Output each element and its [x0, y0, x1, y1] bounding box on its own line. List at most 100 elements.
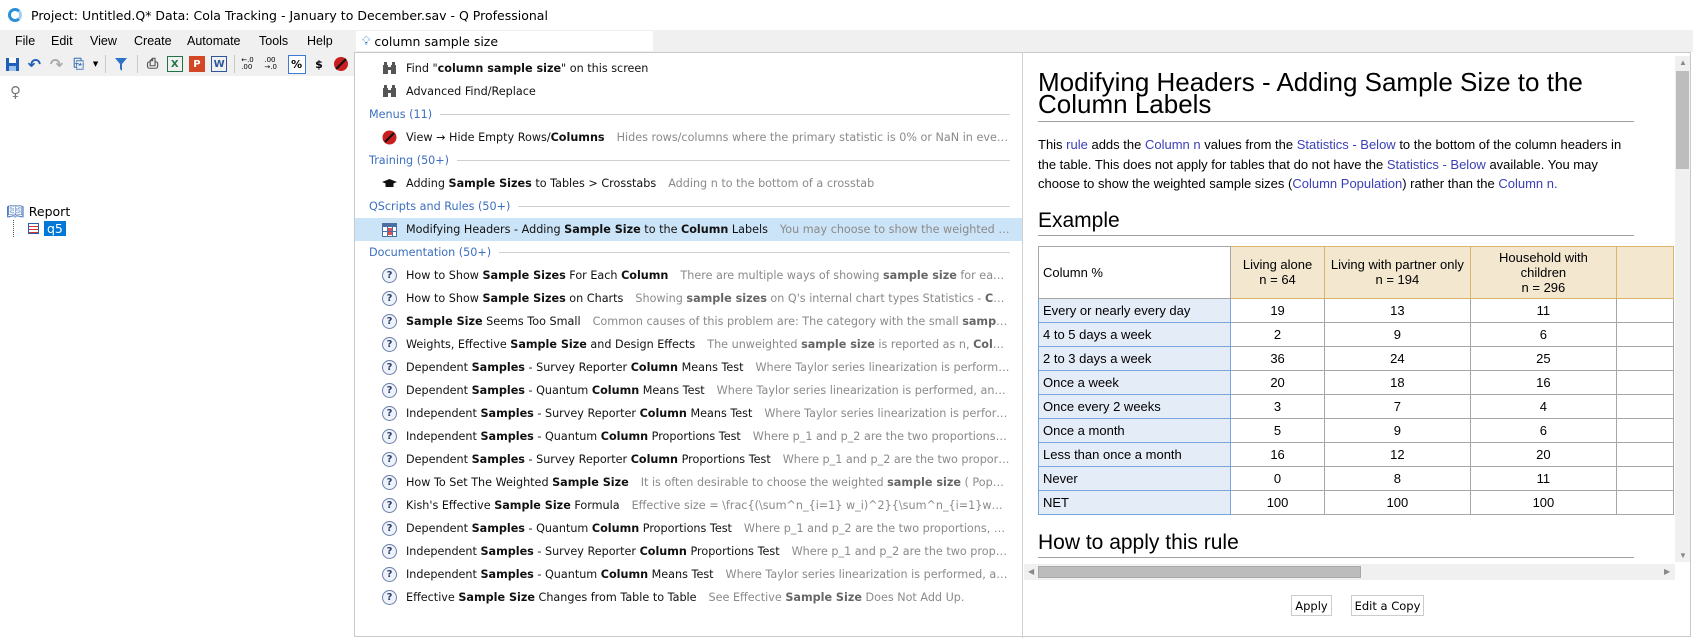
result-item[interactable]: Adding Sample Sizes to Tables > Crosstab… [355, 172, 1022, 195]
text-segment: Labels [728, 223, 768, 236]
text-segment: Independent [406, 407, 481, 420]
link[interactable]: rule [1066, 137, 1088, 152]
increase-decimals-icon[interactable]: .00 →.0 [264, 55, 283, 74]
word-icon[interactable]: W [210, 55, 228, 74]
help-icon-glyph: ? [382, 521, 397, 536]
result-item[interactable]: ? Kish's Effective Sample Size Formula Eff… [355, 494, 1022, 517]
text-segment: on Charts [565, 292, 624, 305]
result-description: Common causes of this problem are: The c… [593, 315, 1022, 328]
result-item[interactable]: ? Independent Samples - Survey Reporter C… [355, 402, 1022, 425]
table-cell: 20 [1469, 441, 1618, 467]
result-item[interactable]: ? Sample Size Seems Too Small Common cause… [355, 310, 1022, 333]
text-segment: This [1038, 137, 1067, 152]
apply-button[interactable]: Apply [1291, 595, 1332, 616]
scroll-left-icon[interactable]: ◀ [1028, 567, 1034, 576]
vertical-scroll-thumb[interactable] [1676, 71, 1689, 169]
redo-icon[interactable]: ↷ [47, 55, 65, 74]
text-segment: Dependent [406, 522, 472, 535]
dropdown-arrow-icon[interactable]: ▼ [92, 55, 100, 74]
result-item[interactable]: ? Dependent Samples - Quantum Column Prop… [355, 517, 1022, 540]
undo-icon[interactable]: ↶ [25, 55, 43, 74]
menu-tools[interactable]: Tools [259, 34, 288, 48]
filter-icon[interactable] [112, 55, 130, 74]
table-header-row: Column % Living alone n = 64 Living with pa… [1037, 245, 1674, 299]
hide-empty-icon[interactable] [332, 55, 350, 74]
result-item[interactable]: Advanced Find/Replace [355, 80, 1022, 103]
tree-node-report[interactable]: 📖︎ Report [6, 203, 70, 220]
result-item[interactable]: ? Weights, Effective Sample Size and Desi… [355, 333, 1022, 356]
tree-node-q5[interactable]: q5 [13, 220, 70, 237]
percent-button[interactable]: % [287, 54, 306, 74]
horizontal-scroll-thumb[interactable] [1038, 566, 1361, 578]
horizontal-scrollbar[interactable]: ◀ ▶ [1024, 564, 1675, 580]
text-segment: How to Show [406, 292, 483, 305]
text-segment: For Each [565, 269, 622, 282]
scroll-right-icon[interactable]: ▶ [1664, 567, 1670, 576]
result-description: Where Taylor series linearization is per… [764, 407, 1022, 420]
result-item[interactable]: ? Effective Sample Size Changes from Tabl… [355, 586, 1022, 609]
text-segment: Formula [570, 499, 620, 512]
print-icon[interactable]: ⎙ [144, 55, 162, 74]
help-icon: ? [381, 383, 398, 399]
column-header-line: n = 64 [1259, 272, 1296, 287]
result-item[interactable]: ? Dependent Samples - Survey Reporter Col… [355, 448, 1022, 471]
excel-icon[interactable]: X [166, 55, 184, 74]
text-segment: Sample Size [406, 315, 483, 328]
powerpoint-icon[interactable]: P [188, 55, 206, 74]
dollar-button[interactable]: $ [310, 55, 328, 74]
scroll-down-icon[interactable]: ▼ [1679, 551, 1687, 560]
result-description: Where Taylor series linearization is per… [726, 568, 1022, 581]
text-segment: Means Test [686, 407, 753, 420]
menu-create[interactable]: Create [134, 34, 172, 48]
menu-view[interactable]: View [90, 34, 117, 48]
text-segment: Dependent [406, 384, 472, 397]
help-icon: ? [381, 291, 398, 307]
link[interactable]: Statistics - Below [1297, 137, 1396, 152]
result-item[interactable]: ? How to Show Sample Sizes on Charts Showi… [355, 287, 1022, 310]
edit-a-copy-button[interactable]: Edit a Copy [1351, 595, 1424, 616]
menu-edit[interactable]: Edit [51, 34, 73, 48]
text-segment: values from the [1200, 137, 1297, 152]
result-item[interactable]: ? How To Set The Weighted Sample Size It i… [355, 471, 1022, 494]
save-icon[interactable] [3, 55, 21, 74]
vertical-scrollbar[interactable]: ▲ ▼ [1675, 56, 1690, 562]
row-label: Less than once a month [1037, 441, 1232, 467]
result-item[interactable]: ? Dependent Samples - Quantum Column Mean… [355, 379, 1022, 402]
link[interactable]: Statistics - Below [1387, 157, 1486, 172]
menu-automate[interactable]: Automate [187, 34, 241, 48]
link[interactable]: Column n. [1498, 176, 1557, 191]
table-cell: 3 [1230, 393, 1325, 419]
window-title: Project: Untitled.Q* Data: Cola Tracking… [31, 7, 548, 23]
link[interactable]: Column Population [1292, 176, 1402, 191]
result-title: Find "column sample size" on this screen [406, 62, 648, 75]
menu-file[interactable]: File [15, 34, 35, 48]
title-bar: Project: Untitled.Q* Data: Cola Tracking… [0, 0, 1693, 30]
text-segment: Advanced Find/Replace [406, 85, 536, 98]
result-item[interactable]: ? Dependent Samples - Survey Reporter Col… [355, 356, 1022, 379]
result-item[interactable]: ? How to Show Sample Sizes For Each Colum… [355, 264, 1022, 287]
table-icon [28, 223, 39, 234]
result-item[interactable]: Find "column sample size" on this screen [355, 57, 1022, 80]
result-item[interactable]: ? Independent Samples - Quantum Column Me… [355, 563, 1022, 586]
decrease-decimals-icon[interactable]: ←.0 .00 [241, 55, 260, 74]
text-segment: Does Not Add Up. [861, 591, 965, 604]
scroll-up-icon[interactable]: ▲ [1679, 58, 1687, 67]
result-item[interactable]: Modifying Headers - Adding Sample Size t… [355, 218, 1022, 241]
text-segment: Means Test [639, 384, 705, 397]
text-segment: - Survey Reporter [524, 453, 631, 466]
copy-icon[interactable]: ⎘ [70, 55, 88, 74]
text-segment: Dependent [406, 361, 472, 374]
table-cell: 25 [1469, 345, 1618, 371]
result-item[interactable]: View → Hide Empty Rows/Columns Hides rows… [355, 126, 1022, 149]
menu-help[interactable]: Help [307, 34, 333, 48]
book-icon: 📖︎ [6, 203, 24, 220]
search-input[interactable]: column sample size [374, 34, 498, 49]
result-item[interactable]: ? Independent Samples - Quantum Column Pr… [355, 425, 1022, 448]
tip-lightbulb-icon[interactable]: ♀︎ [10, 83, 21, 101]
search-box[interactable]: 💡︎ column sample size [356, 31, 653, 51]
result-title: View → Hide Empty Rows/Columns [406, 131, 605, 144]
link[interactable]: Column n [1145, 137, 1201, 152]
table-row: 2 to 3 days a week 36 24 25 [1037, 345, 1674, 371]
result-item[interactable]: ? Independent Samples - Survey Reporter C… [355, 540, 1022, 563]
result-description: Where p_1 and p_2 are the two proportion… [753, 430, 1022, 443]
